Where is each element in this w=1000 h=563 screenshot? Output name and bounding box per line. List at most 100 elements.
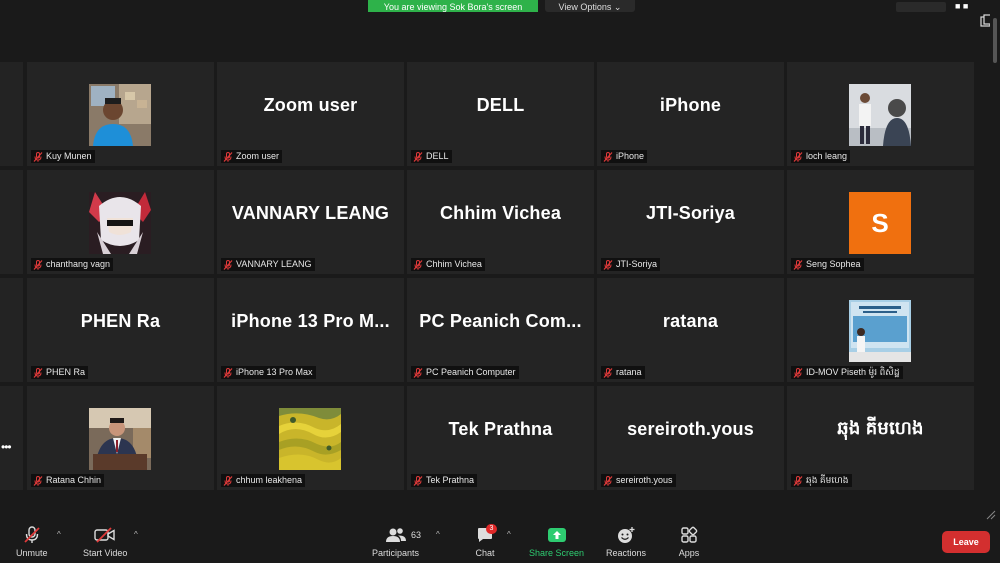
participant-tile[interactable]: ratana ratana	[597, 278, 784, 382]
meeting-toolbar: Unmute ^ Start Video ^ Participants 63 ^…	[0, 522, 1000, 563]
participant-name-label: ID-MOV Piseth ម៉ូរ ពិសិដ្ឋ	[791, 366, 903, 379]
participant-name-text: Kuy Munen	[46, 151, 92, 161]
participant-tile[interactable]: Zoom user Zoom user	[217, 62, 404, 166]
participant-tile[interactable]: chanthang vagn	[27, 170, 214, 274]
participant-display-name: PC Peanich Com...	[419, 310, 582, 331]
microphone-muted-icon	[21, 526, 43, 544]
participant-name-text: Ratana Chhin	[46, 475, 102, 485]
participant-name-text: Chhim Vichea	[426, 259, 482, 269]
more-options-icon[interactable]: •••	[1, 440, 12, 454]
apps-icon	[678, 526, 700, 544]
video-off-icon	[94, 526, 116, 544]
muted-microphone-icon	[413, 367, 423, 378]
participant-name-label: loch leang	[791, 150, 851, 163]
participant-display-name: Chhim Vichea	[439, 202, 562, 223]
participant-tile[interactable]: DELL DELL	[407, 62, 594, 166]
muted-microphone-icon	[223, 367, 233, 378]
participant-tile[interactable]: Ratana Chhin	[27, 386, 214, 490]
chat-chevron-icon[interactable]: ^	[507, 530, 511, 539]
participant-name-text: loch leang	[806, 151, 848, 161]
participant-name-text: ratana	[616, 367, 642, 377]
participants-label: Participants	[372, 548, 420, 558]
reactions-button[interactable]: Reactions	[606, 526, 646, 558]
start-video-button[interactable]: Start Video	[83, 526, 127, 558]
participant-tile[interactable]: ID-MOV Piseth ម៉ូរ ពិសិដ្ឋ	[787, 278, 974, 382]
participant-tile[interactable]: Chhim Vichea Chhim Vichea	[407, 170, 594, 274]
apps-button[interactable]: Apps	[678, 526, 700, 558]
apps-label: Apps	[678, 548, 700, 558]
participant-name-text: ឆុង គីមហេង	[806, 475, 849, 485]
participants-icon	[385, 526, 407, 544]
leave-button[interactable]: Leave	[942, 531, 990, 553]
participant-name-text: DELL	[426, 151, 449, 161]
participant-tile[interactable]: PC Peanich Com... PC Peanich Computer	[407, 278, 594, 382]
participant-name-label: Ratana Chhin	[31, 474, 105, 487]
chat-icon: 3	[474, 524, 497, 544]
resize-grip-icon[interactable]	[984, 508, 996, 520]
participants-chevron-icon[interactable]: ^	[436, 530, 440, 539]
prev-page-tile	[0, 386, 23, 490]
participant-tile[interactable]: VANNARY LEANG VANNARY LEANG	[217, 170, 404, 274]
participant-tile[interactable]: iPhone iPhone	[597, 62, 784, 166]
unmute-label: Unmute	[16, 548, 48, 558]
muted-microphone-icon	[223, 259, 233, 270]
muted-microphone-icon	[603, 367, 613, 378]
participant-display-name: PHEN Ra	[80, 310, 161, 331]
muted-microphone-icon	[33, 475, 43, 486]
share-screen-button[interactable]: Share Screen	[529, 526, 584, 558]
participant-tile[interactable]: PHEN Ra PHEN Ra	[27, 278, 214, 382]
participant-name-label: VANNARY LEANG	[221, 258, 315, 271]
participant-name-text: Zoom user	[236, 151, 280, 161]
smiley-plus-icon	[615, 526, 637, 544]
participant-name-label: Tek Prathna	[411, 474, 478, 487]
muted-microphone-icon	[603, 259, 613, 270]
scrollbar[interactable]	[990, 14, 1000, 519]
participant-display-name: ឆុង គីមហេង	[837, 417, 924, 438]
participant-tile[interactable]: sereiroth.yous sereiroth.yous	[597, 386, 784, 490]
participant-display-name: VANNARY LEANG	[231, 202, 390, 223]
share-screen-label: Share Screen	[529, 548, 585, 558]
participants-count: 63	[411, 530, 422, 540]
participant-name-text: PC Peanich Computer	[426, 367, 516, 377]
menu-dots-icon[interactable]: ■ ■	[955, 0, 968, 12]
participant-display-name: iPhone 13 Pro M...	[231, 310, 390, 331]
participant-display-name: DELL	[476, 94, 525, 115]
participant-name-text: Tek Prathna	[426, 475, 475, 485]
scrollbar-thumb[interactable]	[993, 18, 997, 63]
participant-tile[interactable]: chhum leakhena	[217, 386, 404, 490]
participant-name-text: sereiroth.yous	[616, 475, 673, 485]
participant-tile[interactable]: loch leang	[787, 62, 974, 166]
unmute-button[interactable]: Unmute	[16, 526, 48, 558]
participant-name-label: DELL	[411, 150, 452, 163]
muted-microphone-icon	[603, 151, 613, 162]
participant-name-text: iPhone	[616, 151, 645, 161]
participant-name-text: JTI-Soriya	[616, 259, 658, 269]
participant-tile[interactable]: Tek Prathna Tek Prathna	[407, 386, 594, 490]
prev-page-tile	[0, 170, 23, 274]
muted-microphone-icon	[793, 151, 803, 162]
participant-tile[interactable]: S Seng Sophea	[787, 170, 974, 274]
muted-microphone-icon	[413, 151, 423, 162]
participant-name-label: chhum leakhena	[221, 474, 306, 487]
participant-name-label: sereiroth.yous	[601, 474, 676, 487]
audio-options-chevron-icon[interactable]: ^	[57, 530, 61, 539]
muted-microphone-icon	[413, 259, 423, 270]
top-right-button[interactable]	[896, 2, 946, 12]
muted-microphone-icon	[33, 259, 43, 270]
participant-tile[interactable]: Kuy Munen	[27, 62, 214, 166]
view-options-button[interactable]: View Options ⌄	[545, 0, 635, 12]
participant-tile[interactable]: ឆុង គីមហេង ឆុង គីមហេង	[787, 386, 974, 490]
participant-name-label: iPhone	[601, 150, 648, 163]
participant-display-name: sereiroth.yous	[627, 418, 754, 439]
viewing-screen-banner: You are viewing Sok Bora's screen	[368, 0, 538, 12]
muted-microphone-icon	[793, 367, 803, 378]
participant-display-name: JTI-Soriya	[645, 202, 736, 223]
participant-name-text: ID-MOV Piseth ម៉ូរ ពិសិដ្ឋ	[806, 367, 900, 377]
participant-name-label: chanthang vagn	[31, 258, 114, 271]
chat-button[interactable]: 3 Chat	[474, 524, 497, 558]
participant-tile[interactable]: JTI-Soriya JTI-Soriya	[597, 170, 784, 274]
participant-display-name: ratana	[662, 310, 719, 331]
video-options-chevron-icon[interactable]: ^	[134, 530, 138, 539]
participant-tile[interactable]: iPhone 13 Pro M... iPhone 13 Pro Max	[217, 278, 404, 382]
participant-name-label: ratana	[601, 366, 645, 379]
